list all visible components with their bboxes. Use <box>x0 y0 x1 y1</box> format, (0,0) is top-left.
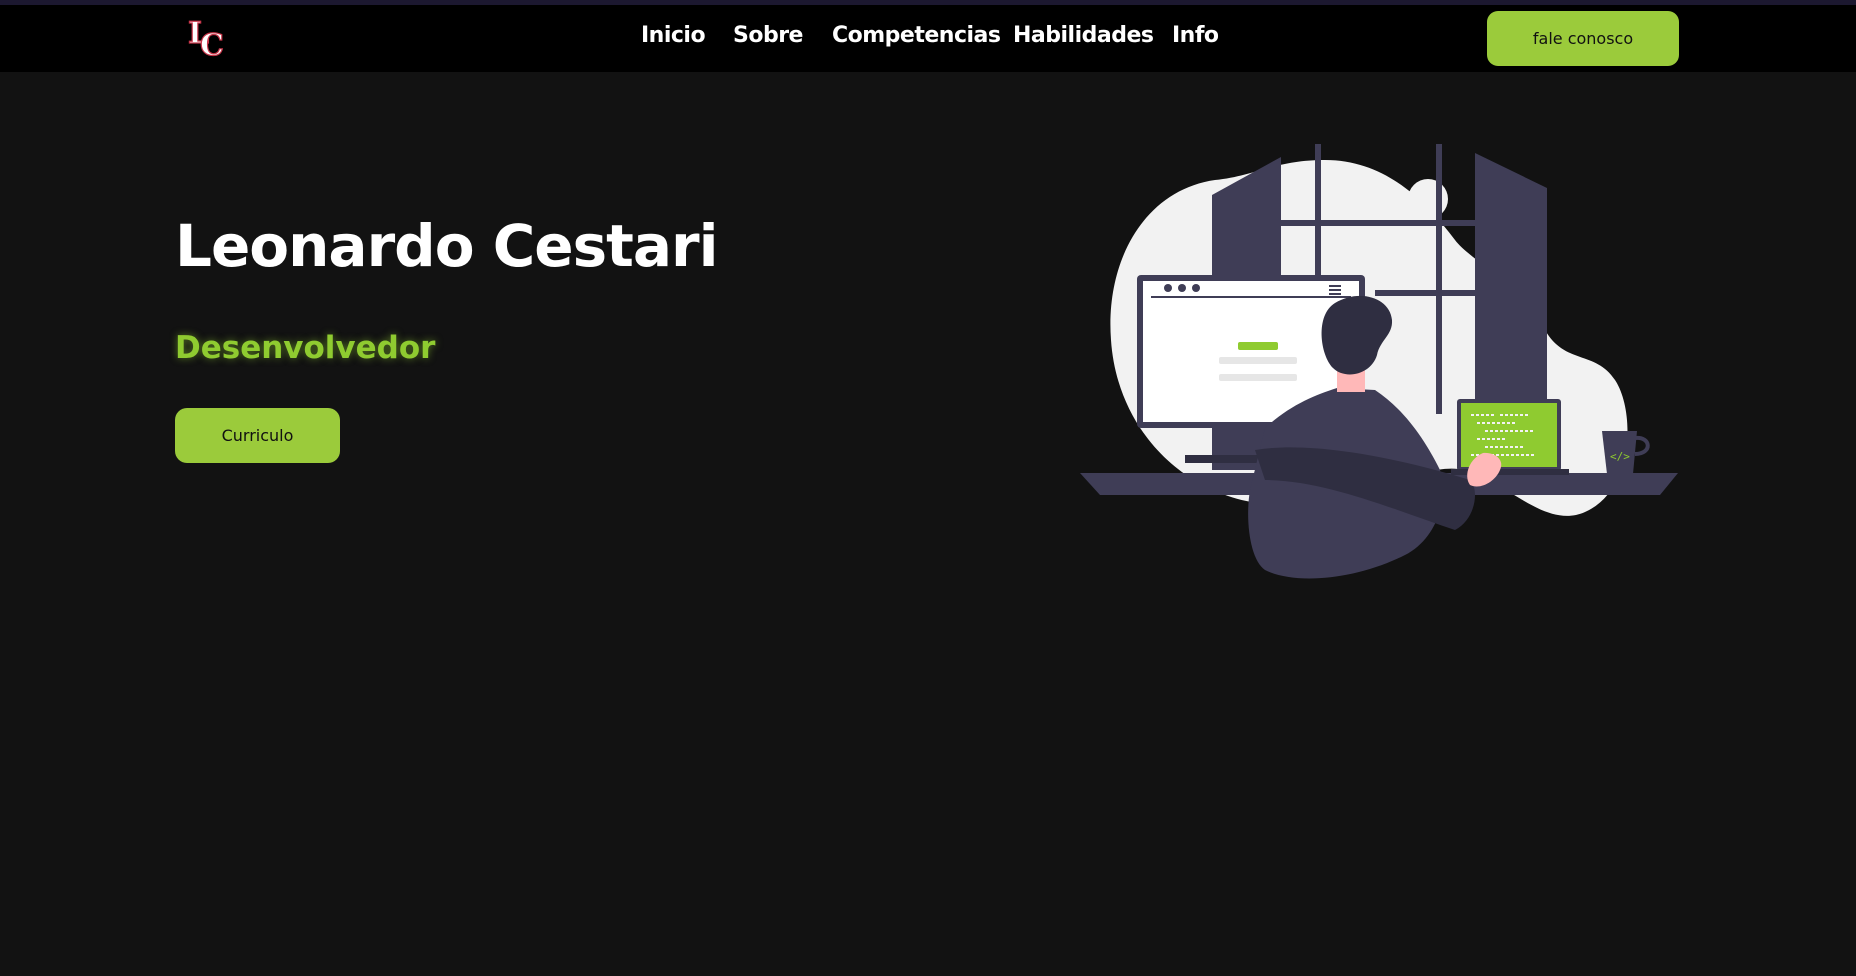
contact-button[interactable]: fale conosco <box>1487 11 1679 66</box>
browser-bar-line <box>1151 296 1351 298</box>
hero-role: Desenvolvedor <box>175 330 436 366</box>
nav-link-habilidades[interactable]: Habilidades <box>1013 23 1154 48</box>
menu-line-2 <box>1329 289 1341 291</box>
menu-line-3 <box>1329 293 1341 295</box>
mug-code-icon: </> <box>1610 450 1630 463</box>
nav-link-info[interactable]: Info <box>1172 23 1219 48</box>
logo-text: LC <box>186 13 188 14</box>
logo-home-link[interactable]: L C LC <box>186 13 226 63</box>
nav-link-inicio[interactable]: Inicio <box>641 23 706 48</box>
window-dot-1 <box>1164 284 1172 292</box>
hero-name: Leonardo Cestari <box>175 212 719 280</box>
mug-handle <box>1634 435 1650 456</box>
screen-gray-bar-2 <box>1219 374 1297 381</box>
screen-gray-bar-1 <box>1219 357 1297 364</box>
screen-green-bar <box>1238 342 1278 350</box>
window-frame-vertical-2 <box>1436 144 1442 414</box>
nav-link-sobre[interactable]: Sobre <box>733 23 803 48</box>
laptop-screen <box>1461 403 1557 467</box>
window-frame-horizontal-2 <box>1375 290 1485 296</box>
nav-link-competencias[interactable]: Competencias <box>832 23 1001 48</box>
window-dot-2 <box>1178 284 1186 292</box>
navbar: L C LC Inicio Sobre Competencias Habilid… <box>0 5 1856 72</box>
window-dot-3 <box>1192 284 1200 292</box>
menu-line-1 <box>1329 285 1341 287</box>
svg-text:C: C <box>200 28 224 59</box>
developer-at-desk-illustration: </> <box>1080 144 1678 579</box>
lc-monogram-icon: L C LC <box>186 13 224 63</box>
window-frame-horizontal <box>1275 220 1485 226</box>
curriculo-button[interactable]: Curriculo <box>175 408 340 463</box>
